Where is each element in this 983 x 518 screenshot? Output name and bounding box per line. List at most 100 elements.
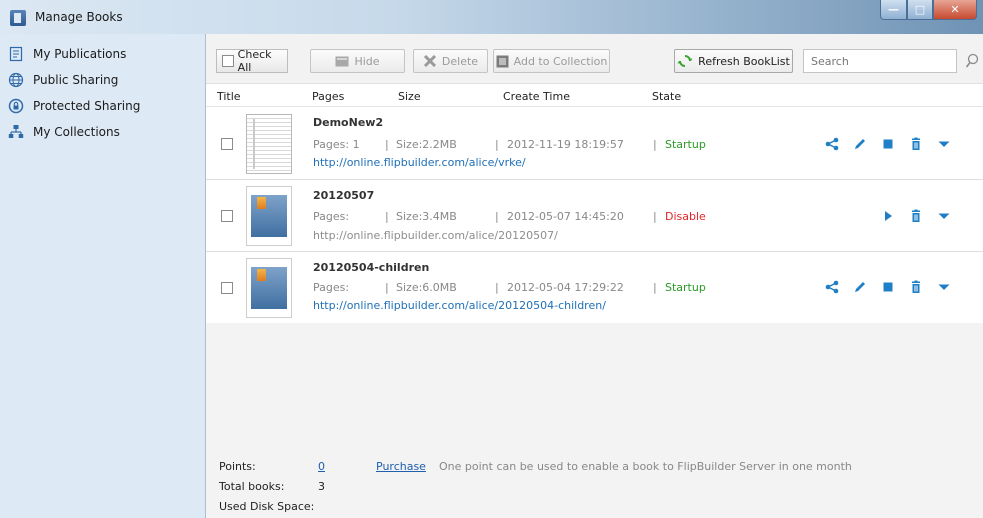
book-title: 20120504-children	[313, 261, 430, 274]
app-book-icon	[10, 10, 26, 26]
separator: |	[653, 281, 657, 294]
book-url-link[interactable]: http://online.flipbuilder.com/alice/2012…	[313, 299, 606, 312]
book-title: DemoNew2	[313, 116, 384, 129]
check-all-checkbox[interactable]	[222, 55, 234, 67]
share-icon[interactable]	[825, 137, 839, 151]
row-checkbox[interactable]	[221, 138, 233, 150]
hide-button[interactable]: Hide	[310, 49, 405, 73]
trash-icon[interactable]	[909, 209, 923, 223]
trash-icon[interactable]	[909, 137, 923, 151]
main-panel: Check All Hide Delete Add to Collection …	[206, 34, 983, 518]
trash-icon[interactable]	[909, 280, 923, 294]
play-icon[interactable]	[881, 209, 895, 223]
lock-icon	[8, 98, 24, 114]
book-pages: Pages:	[313, 210, 350, 223]
sidebar-item-my-collections[interactable]: My Collections	[8, 124, 120, 140]
separator: |	[495, 138, 499, 151]
close-button[interactable]: ✕	[933, 0, 977, 20]
points-label: Points:	[219, 460, 256, 473]
check-all-button[interactable]: Check All	[216, 48, 288, 74]
row-checkbox[interactable]	[221, 282, 233, 294]
disk-space-label: Used Disk Space:	[219, 500, 315, 513]
refresh-booklist-button[interactable]: Refresh BookList	[674, 49, 793, 73]
collections-tree-icon	[8, 125, 24, 138]
column-header: Title Pages Size Create Time State	[206, 85, 983, 107]
separator: |	[653, 138, 657, 151]
manage-books-window: Manage Books — □ ✕ My Publications Publi…	[0, 0, 983, 518]
total-books-label: Total books:	[219, 480, 285, 493]
sidebar: My Publications Public Sharing Protected…	[0, 34, 206, 518]
delete-label: Delete	[441, 54, 479, 68]
empty-list-area	[206, 323, 983, 454]
refresh-icon	[677, 55, 693, 67]
search-icon[interactable]	[965, 53, 979, 69]
stop-icon[interactable]	[881, 280, 895, 294]
window-controls: — □ ✕	[880, 0, 977, 20]
window-title: Manage Books	[35, 10, 123, 24]
sidebar-item-label: My Collections	[33, 125, 120, 139]
document-icon	[9, 46, 23, 62]
add-to-collection-label: Add to Collection	[513, 54, 608, 68]
chevron-down-icon[interactable]	[937, 280, 951, 294]
column-state[interactable]: State	[652, 90, 681, 103]
separator: |	[495, 281, 499, 294]
separator: |	[495, 210, 499, 223]
book-create-time: 2012-05-04 17:29:22	[507, 281, 624, 294]
book-thumbnail[interactable]	[246, 186, 292, 246]
edit-pencil-icon[interactable]	[853, 280, 867, 294]
collection-icon	[496, 55, 509, 67]
points-value-link[interactable]: 0	[318, 460, 325, 473]
globe-icon	[8, 72, 24, 88]
separator: |	[653, 210, 657, 223]
sidebar-item-label: Public Sharing	[33, 73, 119, 87]
book-thumbnail[interactable]	[246, 114, 292, 174]
separator: |	[385, 210, 389, 223]
book-state: Disable	[665, 210, 706, 223]
book-size: Size:2.2MB	[396, 138, 457, 151]
book-state: Startup	[665, 281, 706, 294]
status-footer: Points: 0 Purchase One point can be used…	[206, 454, 983, 518]
column-pages[interactable]: Pages	[312, 90, 344, 103]
sidebar-item-protected-sharing[interactable]: Protected Sharing	[8, 98, 140, 114]
share-icon[interactable]	[825, 280, 839, 294]
sidebar-item-label: Protected Sharing	[33, 99, 141, 113]
stop-icon[interactable]	[881, 137, 895, 151]
chevron-down-icon[interactable]	[937, 137, 951, 151]
edit-pencil-icon[interactable]	[853, 137, 867, 151]
book-row[interactable]: 20120504-children Pages: | Size:6.0MB | …	[206, 252, 983, 324]
sidebar-item-public-sharing[interactable]: Public Sharing	[8, 72, 118, 88]
delete-x-icon	[423, 55, 436, 67]
book-pages: Pages: 1	[313, 138, 360, 151]
hide-icon	[335, 56, 349, 66]
book-row[interactable]: DemoNew2 Pages: 1 | Size:2.2MB | 2012-11…	[206, 108, 983, 180]
book-pages: Pages:	[313, 281, 350, 294]
separator: |	[385, 281, 389, 294]
column-create-time[interactable]: Create Time	[503, 90, 570, 103]
book-url: http://online.flipbuilder.com/alice/2012…	[313, 229, 558, 242]
sidebar-item-my-publications[interactable]: My Publications	[8, 46, 126, 62]
book-create-time: 2012-11-19 18:19:57	[507, 138, 624, 151]
add-to-collection-button[interactable]: Add to Collection	[493, 49, 610, 73]
maximize-button[interactable]: □	[907, 0, 933, 20]
total-books-value: 3	[318, 480, 325, 493]
search-input[interactable]	[803, 49, 957, 73]
book-state: Startup	[665, 138, 706, 151]
hide-label: Hide	[354, 54, 380, 68]
check-all-label: Check All	[237, 48, 272, 74]
separator: |	[385, 138, 389, 151]
row-checkbox[interactable]	[221, 210, 233, 222]
column-size[interactable]: Size	[398, 90, 421, 103]
delete-button[interactable]: Delete	[413, 49, 488, 73]
title-bar: Manage Books — □ ✕	[0, 0, 983, 34]
book-thumbnail[interactable]	[246, 258, 292, 318]
minimize-button[interactable]: —	[880, 0, 907, 20]
book-create-time: 2012-05-07 14:45:20	[507, 210, 624, 223]
chevron-down-icon[interactable]	[937, 209, 951, 223]
book-size: Size:6.0MB	[396, 281, 457, 294]
column-title[interactable]: Title	[217, 90, 241, 103]
sidebar-item-label: My Publications	[33, 47, 127, 61]
book-row[interactable]: 20120507 Pages: | Size:3.4MB | 2012-05-0…	[206, 180, 983, 252]
purchase-link[interactable]: Purchase	[376, 460, 426, 473]
book-url-link[interactable]: http://online.flipbuilder.com/alice/vrke…	[313, 156, 526, 169]
toolbar: Check All Hide Delete Add to Collection …	[206, 34, 983, 84]
